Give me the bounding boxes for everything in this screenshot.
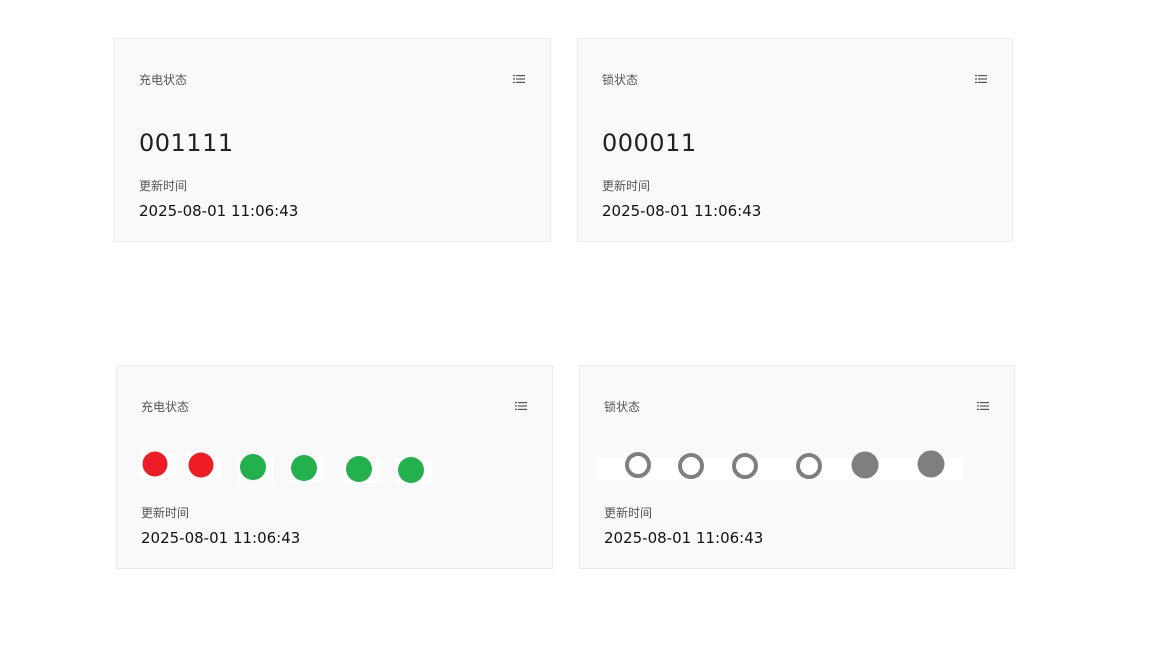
update-time-label: 更新时间 [141, 506, 190, 520]
update-time-value: 2025-08-01 11:06:43 [604, 529, 764, 547]
indicator-dot-on [240, 454, 266, 480]
indicator-dot-on [398, 457, 424, 483]
lock-indicator-filled [851, 451, 879, 479]
lock-indicators-card: 锁状态 更新时间 2025-08-01 11:06:43 [579, 365, 1015, 569]
update-time-value: 2025-08-01 11:06:43 [602, 202, 762, 220]
charging-indicators-card: 充电状态 更新时间 2025-08-01 11:06:43 [116, 365, 553, 569]
status-value: 001111 [139, 129, 234, 157]
lock-status-card: 锁状态 000011 更新时间 2025-08-01 11:06:43 [577, 38, 1013, 242]
lock-indicator-ring [732, 453, 758, 479]
indicator-dot-on [291, 455, 317, 481]
lock-indicator-ring [625, 452, 651, 478]
lock-indicator-filled [917, 450, 945, 478]
indicator-dot-off [142, 451, 168, 477]
charging-indicator-row [140, 451, 432, 484]
update-time-label: 更新时间 [604, 506, 653, 520]
update-time-value: 2025-08-01 11:06:43 [141, 529, 301, 547]
indicator-dot-on [346, 456, 372, 482]
status-value: 000011 [602, 129, 697, 157]
update-time-label: 更新时间 [602, 179, 651, 193]
indicator-dot-off [188, 452, 214, 478]
card-title: 充电状态 [139, 73, 188, 87]
indicator-strip [596, 458, 963, 480]
lock-indicator-ring [796, 453, 822, 479]
list-icon[interactable] [975, 74, 987, 84]
lock-indicator-ring [678, 453, 704, 479]
update-time-value: 2025-08-01 11:06:43 [139, 202, 299, 220]
charging-status-card: 充电状态 001111 更新时间 2025-08-01 11:06:43 [114, 38, 551, 242]
update-time-label: 更新时间 [139, 179, 188, 193]
list-icon[interactable] [513, 74, 525, 84]
lock-indicator-row [596, 450, 963, 480]
card-title: 锁状态 [602, 73, 639, 87]
